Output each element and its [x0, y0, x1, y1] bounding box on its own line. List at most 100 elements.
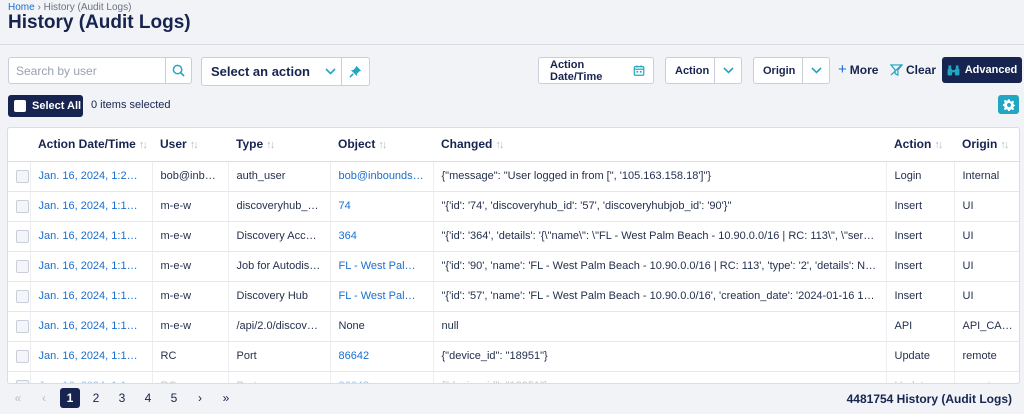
row-checkbox[interactable] [16, 169, 29, 183]
advanced-search-button[interactable]: Advanced [942, 57, 1022, 83]
column-header-origin[interactable]: Origin ↑↓ [954, 128, 1019, 162]
column-header-date[interactable]: Action Date/Time ↑↓ [30, 128, 152, 162]
table-row[interactable]: Jan. 16, 2024, 1:14 p.m. m-e-w Discovery H… [8, 281, 1019, 312]
cell-type: Discovery Hub [227, 281, 330, 312]
cell-changed: "{'id': '364', 'details': '{\"name\": \"… [432, 221, 886, 252]
page-button-5[interactable]: 5 [164, 388, 184, 408]
cell-object[interactable]: FL - West Palm Be... [329, 251, 433, 282]
row-select-cell [8, 371, 30, 383]
cell-object[interactable]: 74 [329, 191, 433, 222]
cell-date[interactable]: Jan. 16, 2024, 1:14 p.m. [29, 281, 152, 312]
clear-filter-icon [890, 64, 903, 76]
row-checkbox[interactable] [16, 349, 29, 363]
cell-object[interactable]: bob@inboundsqu... [329, 161, 433, 192]
cell-date[interactable]: Jan. 16, 2024, 1:14 p.m. [29, 221, 152, 252]
cell-object[interactable]: 364 [329, 221, 433, 252]
sort-icon: ↑↓ [495, 139, 504, 152]
search-button[interactable] [165, 58, 191, 83]
origin-filter-label: Origin [763, 64, 796, 77]
table-settings-button[interactable] [998, 95, 1019, 114]
column-header-action[interactable]: Action ↑↓ [886, 128, 954, 162]
action-filter-dropdown[interactable]: Action [665, 57, 742, 84]
date-filter-button[interactable]: Action Date/Time [538, 57, 654, 84]
cell-origin: remote [953, 371, 1019, 383]
cell-object[interactable]: FL - West Palm Be... [329, 281, 433, 312]
cell-user: bob@inbou... [151, 161, 228, 192]
chevron-down-icon [802, 58, 829, 83]
origin-filter-dropdown[interactable]: Origin [753, 57, 830, 84]
table-row[interactable]: Jan. 16, 2024, 1:14 p.m. m-e-w Job for Aut… [8, 251, 1019, 282]
cell-origin: Internal [953, 161, 1019, 192]
row-checkbox[interactable] [16, 319, 29, 333]
row-checkbox[interactable] [16, 379, 29, 383]
cell-object[interactable]: 86643 [329, 371, 433, 383]
next-page-button[interactable]: › [190, 388, 210, 408]
more-filters-button[interactable]: + More [838, 62, 879, 77]
cell-type: auth_user [227, 161, 330, 192]
cell-changed: {"device_id": "18951"} [432, 371, 886, 383]
action-select[interactable]: Select an action [201, 57, 370, 86]
search-input[interactable] [9, 58, 165, 83]
page-button-3[interactable]: 3 [112, 388, 132, 408]
select-all-button[interactable]: Select All [8, 95, 83, 117]
cell-object: None [329, 311, 433, 342]
cell-date[interactable]: Jan. 16, 2024, 1:10 p.m. [29, 341, 152, 372]
cell-changed: {"message": "User logged in from [", '10… [432, 161, 886, 192]
more-label: More [849, 63, 879, 77]
cell-changed: "{'id': '90', 'name': 'FL - West Palm Be… [432, 251, 886, 282]
cell-date[interactable]: Jan. 16, 2024, 1:14 p.m. [29, 191, 152, 222]
row-checkbox[interactable] [16, 259, 29, 273]
table-row[interactable]: Jan. 16, 2024, 1:14 p.m. m-e-w/api/2.0/di… [8, 311, 1019, 342]
table-row[interactable]: Jan. 16, 2024, 1:10 p.m.RCPort86643{"dev… [8, 371, 1019, 383]
cell-action: Insert [885, 191, 954, 222]
row-select-cell [8, 161, 30, 192]
select-column-header [8, 128, 30, 162]
row-checkbox[interactable] [16, 289, 29, 303]
cell-changed: null [432, 311, 886, 342]
chevron-down-icon [319, 68, 341, 75]
cell-date[interactable]: Jan. 16, 2024, 1:28 p.m. [29, 161, 152, 192]
cell-date[interactable]: Jan. 16, 2024, 1:14 p.m. [29, 311, 152, 342]
last-page-button[interactable]: » [216, 388, 236, 408]
cell-action: Insert [885, 251, 954, 282]
table-row[interactable]: Jan. 16, 2024, 1:10 p.m. RC Port 86642 {"dev… [8, 341, 1019, 372]
cell-action: Insert [885, 221, 954, 252]
prev-page-button[interactable]: ‹ [34, 388, 54, 408]
page-button-2[interactable]: 2 [86, 388, 106, 408]
row-checkbox[interactable] [16, 229, 29, 243]
cell-changed: "{'id': '74', 'discoveryhub_id': '57', '… [432, 191, 886, 222]
row-checkbox[interactable] [16, 199, 29, 213]
row-select-cell [8, 191, 30, 222]
cell-changed: {"device_id": "18951"} [432, 341, 886, 372]
date-filter-label: Action Date/Time [550, 58, 603, 83]
first-page-button[interactable]: « [8, 388, 28, 408]
row-select-cell [8, 311, 30, 342]
column-header-type[interactable]: Type ↑↓ [228, 128, 330, 162]
column-header-object[interactable]: Object ↑↓ [330, 128, 433, 162]
clear-label: Clear [906, 63, 937, 77]
cell-action: Update [885, 341, 954, 372]
cell-origin: UI [953, 281, 1019, 312]
table-row[interactable]: Jan. 16, 2024, 1:28 p.m. bob@inbou... auth… [8, 161, 1019, 192]
cell-origin: UI [953, 221, 1019, 252]
clear-filters-button[interactable]: Clear [890, 63, 936, 77]
column-header-user[interactable]: User ↑↓ [152, 128, 228, 162]
column-header-changed[interactable]: Changed ↑↓ [433, 128, 886, 162]
gear-icon [1002, 98, 1015, 111]
action-select-label: Select an action [211, 64, 310, 79]
sort-icon: ↑↓ [1000, 139, 1009, 152]
action-filter-label: Action [675, 64, 710, 77]
pagination: « ‹ 1 2 3 4 5 › » [8, 388, 236, 408]
search-icon [172, 64, 185, 77]
sort-icon: ↑↓ [266, 139, 275, 152]
page-button-1[interactable]: 1 [60, 388, 80, 408]
cell-date[interactable]: Jan. 16, 2024, 1:14 p.m. [29, 251, 152, 282]
table-row[interactable]: Jan. 16, 2024, 1:14 p.m. m-e-w Discovery A… [8, 221, 1019, 252]
pin-button[interactable] [341, 58, 369, 85]
page-button-4[interactable]: 4 [138, 388, 158, 408]
cell-date[interactable]: Jan. 16, 2024, 1:10 p.m. [29, 371, 152, 383]
cell-action: Update [885, 371, 954, 383]
cell-object[interactable]: 86642 [329, 341, 433, 372]
table-row[interactable]: Jan. 16, 2024, 1:14 p.m. m-e-w discoveryhu… [8, 191, 1019, 222]
cell-origin: remote [953, 341, 1019, 372]
